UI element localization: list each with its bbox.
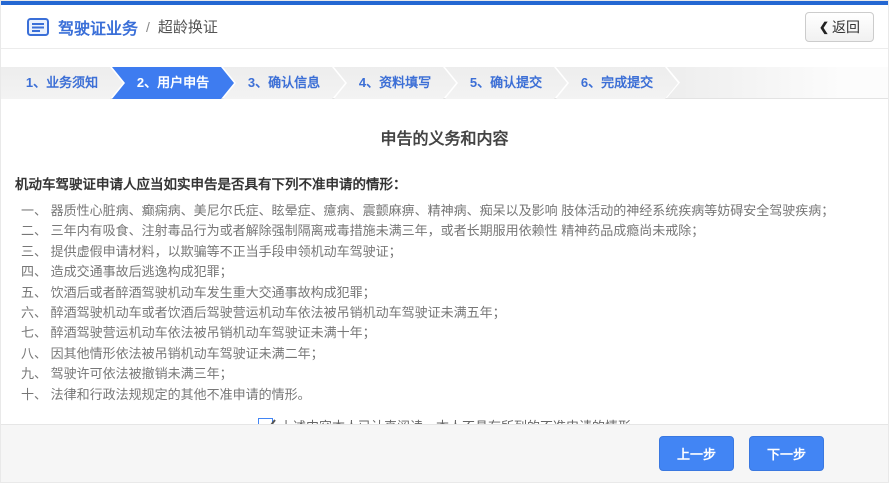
step-tab-1[interactable]: 1、业务须知 xyxy=(1,67,123,99)
step-tab-4[interactable]: 4、资料填写 xyxy=(334,67,456,99)
chevron-left-icon: ❮ xyxy=(819,20,829,34)
declaration-item: 九、 驾驶许可依法被撤销未满三年； xyxy=(21,364,874,384)
declaration-intro: 机动车驾驶证申请人应当如实申告是否具有下列不准申请的情形： xyxy=(15,173,874,193)
next-step-button[interactable]: 下一步 xyxy=(749,436,824,471)
step-wizard-filler xyxy=(667,67,888,98)
step-tab-6[interactable]: 6、完成提交 xyxy=(556,67,678,99)
declaration-item: 八、 因其他情形依法被吊销机动车驾驶证未满二年； xyxy=(21,344,874,364)
declaration-item: 二、 三年内有吸食、注射毒品行为或者解除强制隔离戒毒措施未满三年，或者长期服用依… xyxy=(21,221,874,241)
declaration-item: 六、 醉酒驾驶机动车或者饮酒后驾驶营运机动车依法被吊销机动车驾驶证未满五年； xyxy=(21,303,874,323)
breadcrumb-separator: / xyxy=(146,19,150,35)
declaration-item: 一、 器质性心脏病、癫痫病、美尼尔氏症、眩晕症、癔病、震颤麻痹、精神病、痴呆以及… xyxy=(21,201,874,221)
prev-step-button[interactable]: 上一步 xyxy=(659,436,734,471)
declaration-item: 七、 醉酒驾驶营运机动车依法被吊销机动车驾驶证未满十年； xyxy=(21,323,874,343)
back-button-label: 返回 xyxy=(832,17,860,37)
declaration-item: 三、 提供虚假申请材料，以欺骗等不正当手段申领机动车驾驶证； xyxy=(21,242,874,262)
breadcrumb-current: 超龄换证 xyxy=(158,16,218,37)
step-tab-3[interactable]: 3、确认信息 xyxy=(223,67,345,99)
declaration-item: 五、 饮酒后或者醉酒驾驶机动车发生重大交通事故构成犯罪； xyxy=(21,283,874,303)
declaration-list: 一、 器质性心脏病、癫痫病、美尼尔氏症、眩晕症、癔病、震颤麻痹、精神病、痴呆以及… xyxy=(15,201,874,405)
over-age-renewal-page: 驾驶证业务 / 超龄换证 ❮ 返回 1、业务须知 2、用户申告 3、确认信息 4… xyxy=(0,0,889,483)
step-wizard: 1、业务须知 2、用户申告 3、确认信息 4、资料填写 5、确认提交 6、完成提… xyxy=(1,67,888,99)
declaration-item: 四、 造成交通事故后逃逸构成犯罪； xyxy=(21,262,874,282)
declaration-item: 十、 法律和行政法规规定的其他不准申请的情形。 xyxy=(21,385,874,405)
breadcrumb-root-link[interactable]: 驾驶证业务 xyxy=(58,15,138,39)
step-tab-5[interactable]: 5、确认提交 xyxy=(445,67,567,99)
step-tab-2-active[interactable]: 2、用户申告 xyxy=(112,67,234,99)
declaration-content: 申告的义务和内容 机动车驾驶证申请人应当如实申告是否具有下列不准申请的情形： 一… xyxy=(1,99,888,435)
page-title: 申告的义务和内容 xyxy=(15,125,874,149)
back-button[interactable]: ❮ 返回 xyxy=(805,12,874,42)
header: 驾驶证业务 / 超龄换证 ❮ 返回 xyxy=(1,5,888,49)
document-list-icon xyxy=(27,18,49,36)
footer-action-bar: 上一步 下一步 xyxy=(1,424,888,482)
